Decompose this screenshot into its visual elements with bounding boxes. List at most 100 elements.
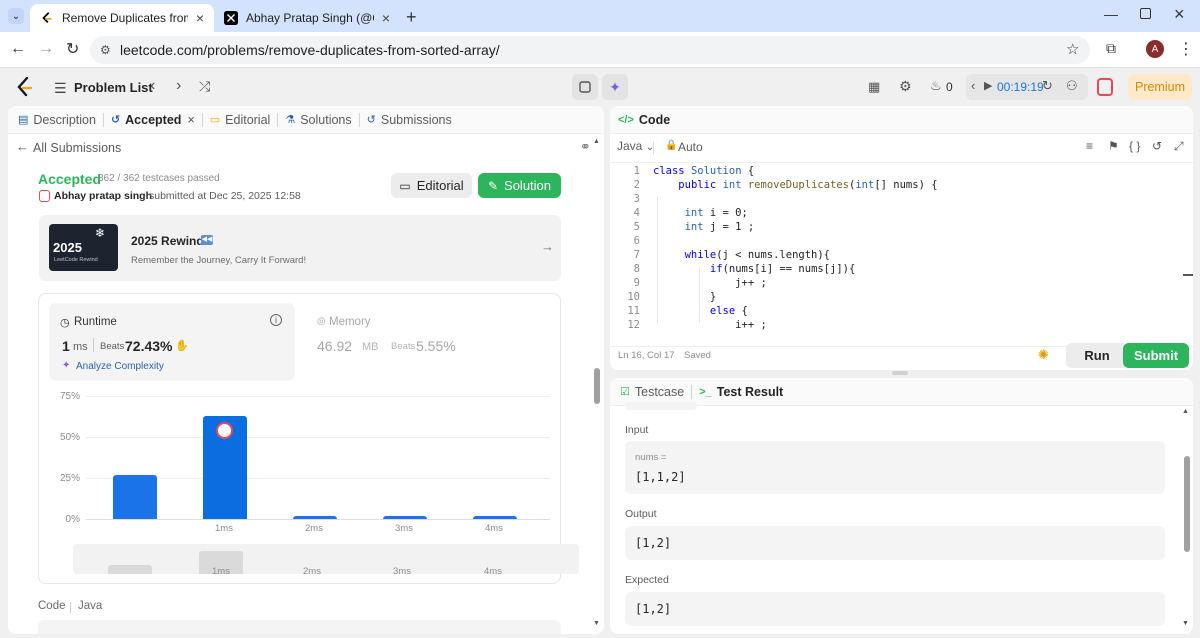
- line-number: 5: [633, 221, 640, 233]
- user-marker-avatar: [216, 422, 233, 439]
- editor-tab-row: </> Code: [610, 106, 1193, 134]
- site-info-icon[interactable]: ⚙: [100, 36, 111, 64]
- close-tab-icon[interactable]: ×: [382, 10, 390, 26]
- add-collaborator-icon[interactable]: ⚇: [1066, 78, 1078, 94]
- lock-icon: 🔒: [665, 140, 678, 151]
- terminal-icon: >_: [699, 385, 712, 398]
- problem-list-icon[interactable]: ☰: [54, 80, 67, 97]
- code-line: public int removeDuplicates(int[] nums) …: [678, 179, 938, 191]
- checkbox-icon: ☑: [620, 386, 630, 398]
- range-tick-label: 4ms: [484, 566, 502, 574]
- y-tick-label: 50%: [59, 432, 80, 443]
- layout-grid-icon[interactable]: ▦: [868, 79, 880, 95]
- browser-tab-x[interactable]: Abhay Pratap Singh (@Codewit ×: [214, 4, 400, 32]
- scroll-down-icon[interactable]: ▼: [593, 620, 600, 627]
- code-line: int i = 0;: [684, 207, 748, 219]
- divider: [653, 142, 654, 154]
- editor-scroll-marker: [1183, 274, 1193, 276]
- x-tick-label: 2ms: [305, 523, 323, 534]
- bookmark-star-icon[interactable]: ☆: [1066, 40, 1079, 58]
- code-line: if(nums[i] == nums[j]){: [709, 263, 856, 275]
- line-number: 9: [633, 277, 640, 289]
- save-status: Saved: [684, 350, 711, 361]
- braces-icon[interactable]: { }: [1129, 139, 1140, 153]
- auto-mode[interactable]: Auto: [678, 140, 703, 154]
- browser-tab-title: Remove Duplicates from Sorted: [62, 11, 188, 25]
- shuffle-icon[interactable]: ⤮: [199, 78, 210, 95]
- code-line: else {: [709, 305, 748, 317]
- case-chip[interactable]: [625, 402, 697, 410]
- scrollbar-thumb[interactable]: [594, 368, 600, 404]
- line-number: 1: [633, 165, 640, 177]
- tab-search-chevron-icon[interactable]: ⌄: [8, 8, 24, 24]
- grid-line: [86, 396, 550, 397]
- new-tab-icon[interactable]: +: [406, 7, 417, 28]
- notes-icon[interactable]: [572, 74, 598, 100]
- y-tick-label: 0%: [65, 514, 80, 525]
- ai-sparkle-icon[interactable]: ✦: [602, 74, 628, 100]
- prev-problem-icon[interactable]: ‹: [150, 77, 155, 95]
- panel-resize-handle[interactable]: [892, 371, 908, 375]
- x-logo-icon: [224, 11, 238, 25]
- code-line: int j = 1 ;: [684, 221, 755, 233]
- close-window-icon[interactable]: ×: [1174, 4, 1185, 25]
- browser-tab-leetcode[interactable]: Remove Duplicates from Sorted ×: [30, 4, 214, 32]
- scroll-up-icon[interactable]: ▲: [1182, 408, 1189, 415]
- run-button[interactable]: Run: [1066, 343, 1128, 368]
- code-line: }: [653, 291, 717, 303]
- minimize-icon[interactable]: —: [1104, 6, 1118, 22]
- timer-reset-icon[interactable]: ↻: [1042, 78, 1053, 94]
- tab-code[interactable]: </> Code: [610, 113, 677, 127]
- chart-bar[interactable]: [383, 516, 427, 519]
- profile-avatar[interactable]: A: [1146, 40, 1164, 58]
- format-icon[interactable]: ≡: [1086, 139, 1093, 153]
- range-tick-label: 3ms: [393, 566, 411, 574]
- streak-flame-icon: ♨: [930, 78, 942, 93]
- language-select-value: Java: [617, 139, 643, 153]
- code-line: while(j < nums.length){: [684, 249, 831, 261]
- input-box: nums = [1,1,2]: [625, 441, 1165, 494]
- scroll-up-icon[interactable]: ▲: [593, 138, 600, 145]
- scrollbar-thumb[interactable]: [1184, 456, 1190, 552]
- reset-code-icon[interactable]: ↺: [1152, 139, 1162, 153]
- browser-address-bar: ← → ↻ ⚙ leetcode.com/problems/remove-dup…: [0, 32, 1200, 68]
- line-number: 2: [633, 179, 640, 191]
- debug-bulb-icon[interactable]: ✺: [1038, 347, 1049, 363]
- bookmark-icon[interactable]: ⚑: [1108, 139, 1119, 153]
- timer-collapse-icon[interactable]: ‹: [971, 78, 975, 93]
- chart-bar[interactable]: [293, 516, 337, 519]
- range-selector[interactable]: 1ms 2ms 3ms 4ms: [73, 544, 579, 574]
- chart-bar[interactable]: [473, 516, 517, 519]
- tab-testcase[interactable]: ☑ Testcase: [610, 385, 691, 399]
- line-number: 6: [633, 235, 640, 247]
- fullscreen-icon[interactable]: ⤢: [1174, 139, 1184, 154]
- restore-icon[interactable]: [1140, 8, 1151, 19]
- back-arrow-icon[interactable]: ←: [10, 40, 26, 58]
- premium-button[interactable]: Premium: [1128, 74, 1192, 100]
- timer-play-icon[interactable]: ▶: [984, 79, 992, 92]
- extensions-icon[interactable]: ⧉: [1106, 40, 1116, 57]
- scroll-down-icon[interactable]: ▼: [1182, 620, 1189, 627]
- language-select[interactable]: Java ⌄: [617, 139, 654, 153]
- tab-test-result[interactable]: >_ Test Result: [692, 385, 790, 399]
- code-preview-box: [38, 620, 561, 634]
- chart-bar[interactable]: [113, 474, 157, 519]
- forward-arrow-icon[interactable]: →: [38, 40, 54, 58]
- leetcode-favicon-icon: [42, 12, 52, 23]
- settings-gear-icon[interactable]: ⚙: [899, 78, 912, 95]
- submit-button[interactable]: Submit: [1123, 343, 1189, 368]
- input-var-name: nums =: [635, 452, 667, 463]
- output-value: [1,2]: [635, 536, 672, 550]
- premium-badge-icon[interactable]: [1097, 78, 1113, 96]
- x-tick-label: 4ms: [485, 523, 503, 534]
- reload-icon[interactable]: ↻: [66, 39, 79, 59]
- leetcode-logo-icon[interactable]: [16, 77, 34, 97]
- browser-tab-title: Abhay Pratap Singh (@Codewit: [246, 11, 374, 25]
- line-number: 3: [633, 193, 640, 205]
- y-tick-label: 25%: [59, 473, 80, 484]
- url-field[interactable]: ⚙ leetcode.com/problems/remove-duplicate…: [90, 36, 1090, 64]
- problem-list-link[interactable]: Problem List: [74, 80, 153, 95]
- close-tab-icon[interactable]: ×: [196, 10, 204, 26]
- browser-menu-icon[interactable]: ⋮: [1178, 39, 1194, 59]
- next-problem-icon[interactable]: ›: [176, 77, 181, 95]
